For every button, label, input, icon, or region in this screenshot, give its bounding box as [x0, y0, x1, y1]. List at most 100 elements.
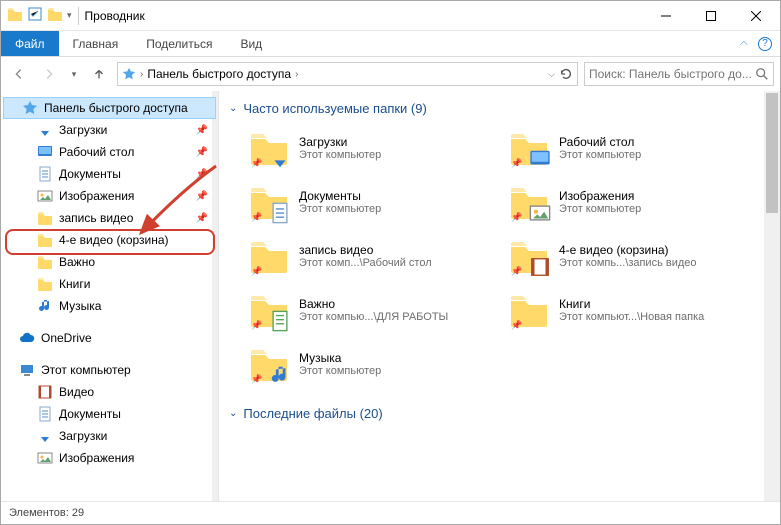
folder-item[interactable]: 📌запись видеоЭтот комп...\Рабочий стол [249, 232, 499, 280]
search-icon[interactable] [755, 67, 769, 81]
folder-name: Важно [299, 297, 448, 311]
tree-label: Этот компьютер [41, 363, 131, 377]
folder-path: Этот комп...\Рабочий стол [299, 257, 432, 269]
tree-label: Загрузки [59, 123, 107, 137]
pin-icon: 📌 [511, 266, 522, 277]
breadcrumb[interactable]: Панель быстрого доступа [147, 67, 291, 81]
chevron-down-icon[interactable]: ⌄ [229, 408, 237, 419]
address-bar[interactable]: › Панель быстрого доступа › ⌵ [117, 62, 578, 86]
scrollbar-thumb[interactable] [766, 93, 778, 213]
section-title: Последние файлы (20) [243, 406, 382, 421]
tab-view[interactable]: Вид [226, 31, 276, 56]
chevron-right-icon[interactable]: › [295, 69, 298, 80]
folder-name: Загрузки [299, 135, 381, 149]
pin-icon: 📌 [251, 374, 262, 385]
pictures-icon [37, 450, 53, 466]
folder-icon [37, 254, 53, 270]
folder-item[interactable]: 📌Рабочий столЭтот компьютер [509, 124, 759, 172]
folder-icon: 📌 [249, 290, 289, 330]
history-dropdown[interactable]: ▾ [67, 62, 81, 86]
search-input[interactable] [589, 67, 755, 81]
scrollbar[interactable] [764, 91, 780, 501]
section-recent[interactable]: ⌄ Последние файлы (20) [219, 396, 780, 429]
folder-path: Этот компьютер [299, 149, 381, 161]
folder-item[interactable]: 📌КнигиЭтот компьют...\Новая папка [509, 286, 759, 334]
folder-item[interactable]: 📌ИзображенияЭтот компьютер [509, 178, 759, 226]
back-button[interactable] [7, 62, 31, 86]
navigation-tree[interactable]: Панель быстрого доступа Загрузки📌Рабочий… [1, 91, 219, 501]
pictures-icon [37, 188, 53, 204]
downloads-icon [37, 428, 53, 444]
tree-item[interactable]: Рабочий стол 📌 [1, 141, 218, 163]
folder-path: Этот компью...\ДЛЯ РАБОТЫ [299, 311, 448, 323]
folder-item[interactable]: 📌 ВажноЭтот компью...\ДЛЯ РАБОТЫ [249, 286, 499, 334]
folder-name: запись видео [299, 243, 432, 257]
folder-icon: 📌 [249, 344, 289, 384]
status-count: Элементов: 29 [9, 507, 84, 519]
tree-label: Документы [59, 167, 121, 181]
tree-item[interactable]: Изображения [1, 447, 218, 469]
tree-item[interactable]: Документы [1, 403, 218, 425]
folder-item[interactable]: 📌ДокументыЭтот компьютер [249, 178, 499, 226]
tree-item[interactable]: Важно [1, 251, 218, 273]
tree-item[interactable]: Загрузки📌 [1, 119, 218, 141]
video-icon [529, 256, 551, 278]
forward-button[interactable] [37, 62, 61, 86]
file-tab[interactable]: Файл [1, 31, 59, 56]
ribbon-expand-icon[interactable]: ⌵ [740, 38, 748, 49]
up-button[interactable] [87, 62, 111, 86]
tree-item[interactable]: 4-е видео (корзина) [1, 229, 218, 251]
search-box[interactable] [584, 62, 774, 86]
address-dropdown-icon[interactable]: ⌵ [548, 69, 555, 80]
maximize-button[interactable] [688, 1, 733, 30]
folder-item[interactable]: 📌4-е видео (корзина)Этот компь...\запись… [509, 232, 759, 280]
help-icon[interactable]: ? [758, 37, 772, 51]
videos-icon [37, 384, 53, 400]
qat-newfolder-icon[interactable] [47, 6, 63, 25]
pin-icon: 📌 [511, 212, 522, 223]
documents-icon [37, 166, 53, 182]
folder-item[interactable]: 📌ЗагрузкиЭтот компьютер [249, 124, 499, 172]
chevron-down-icon[interactable]: ⌄ [229, 103, 237, 114]
tree-item[interactable]: Изображения📌 [1, 185, 218, 207]
tree-item[interactable]: Документы📌 [1, 163, 218, 185]
refresh-icon[interactable] [559, 67, 573, 81]
tree-item[interactable]: запись видео📌 [1, 207, 218, 229]
section-frequent[interactable]: ⌄ Часто используемые папки (9) [219, 91, 780, 124]
tree-item[interactable]: Музыка [1, 295, 218, 317]
close-button[interactable] [733, 1, 778, 30]
sheet-icon [269, 310, 291, 332]
star-icon [22, 100, 38, 116]
content-pane[interactable]: ⌄ Часто используемые папки (9) 📌Загрузки… [219, 91, 780, 501]
tree-label: Рабочий стол [59, 145, 134, 159]
folder-path: Этот компь...\запись видео [559, 257, 697, 269]
folder-name: Изображения [559, 189, 641, 203]
tree-quick-access[interactable]: Панель быстрого доступа [3, 97, 216, 119]
tree-onedrive[interactable]: OneDrive [1, 327, 218, 349]
folder-path: Этот компьютер [299, 203, 381, 215]
tab-share[interactable]: Поделиться [132, 31, 226, 56]
qat-properties-icon[interactable] [27, 6, 43, 25]
doc-icon [269, 202, 291, 224]
tree-item[interactable]: Видео [1, 381, 218, 403]
statusbar: Элементов: 29 [1, 501, 780, 524]
desktop-icon [37, 144, 53, 160]
tree-item[interactable]: Загрузки [1, 425, 218, 447]
pin-icon: 📌 [511, 320, 522, 331]
folder-name: Музыка [299, 351, 381, 365]
pin-icon: 📌 [196, 213, 208, 224]
tree-label: Изображения [59, 451, 134, 465]
chevron-right-icon[interactable]: › [140, 69, 143, 80]
section-title: Часто используемые папки (9) [243, 101, 426, 116]
tree-this-pc[interactable]: Этот компьютер [1, 359, 218, 381]
tab-home[interactable]: Главная [59, 31, 133, 56]
folder-name: Рабочий стол [559, 135, 641, 149]
folder-item[interactable]: 📌МузыкаЭтот компьютер [249, 340, 499, 388]
folder-icon [37, 232, 53, 248]
pin-icon: 📌 [196, 191, 208, 202]
qat-dropdown-icon[interactable]: ▾ [67, 10, 72, 21]
minimize-button[interactable] [643, 1, 688, 30]
tree-item[interactable]: Книги [1, 273, 218, 295]
pin-icon: 📌 [196, 147, 208, 158]
folder-icon: 📌 [249, 182, 289, 222]
